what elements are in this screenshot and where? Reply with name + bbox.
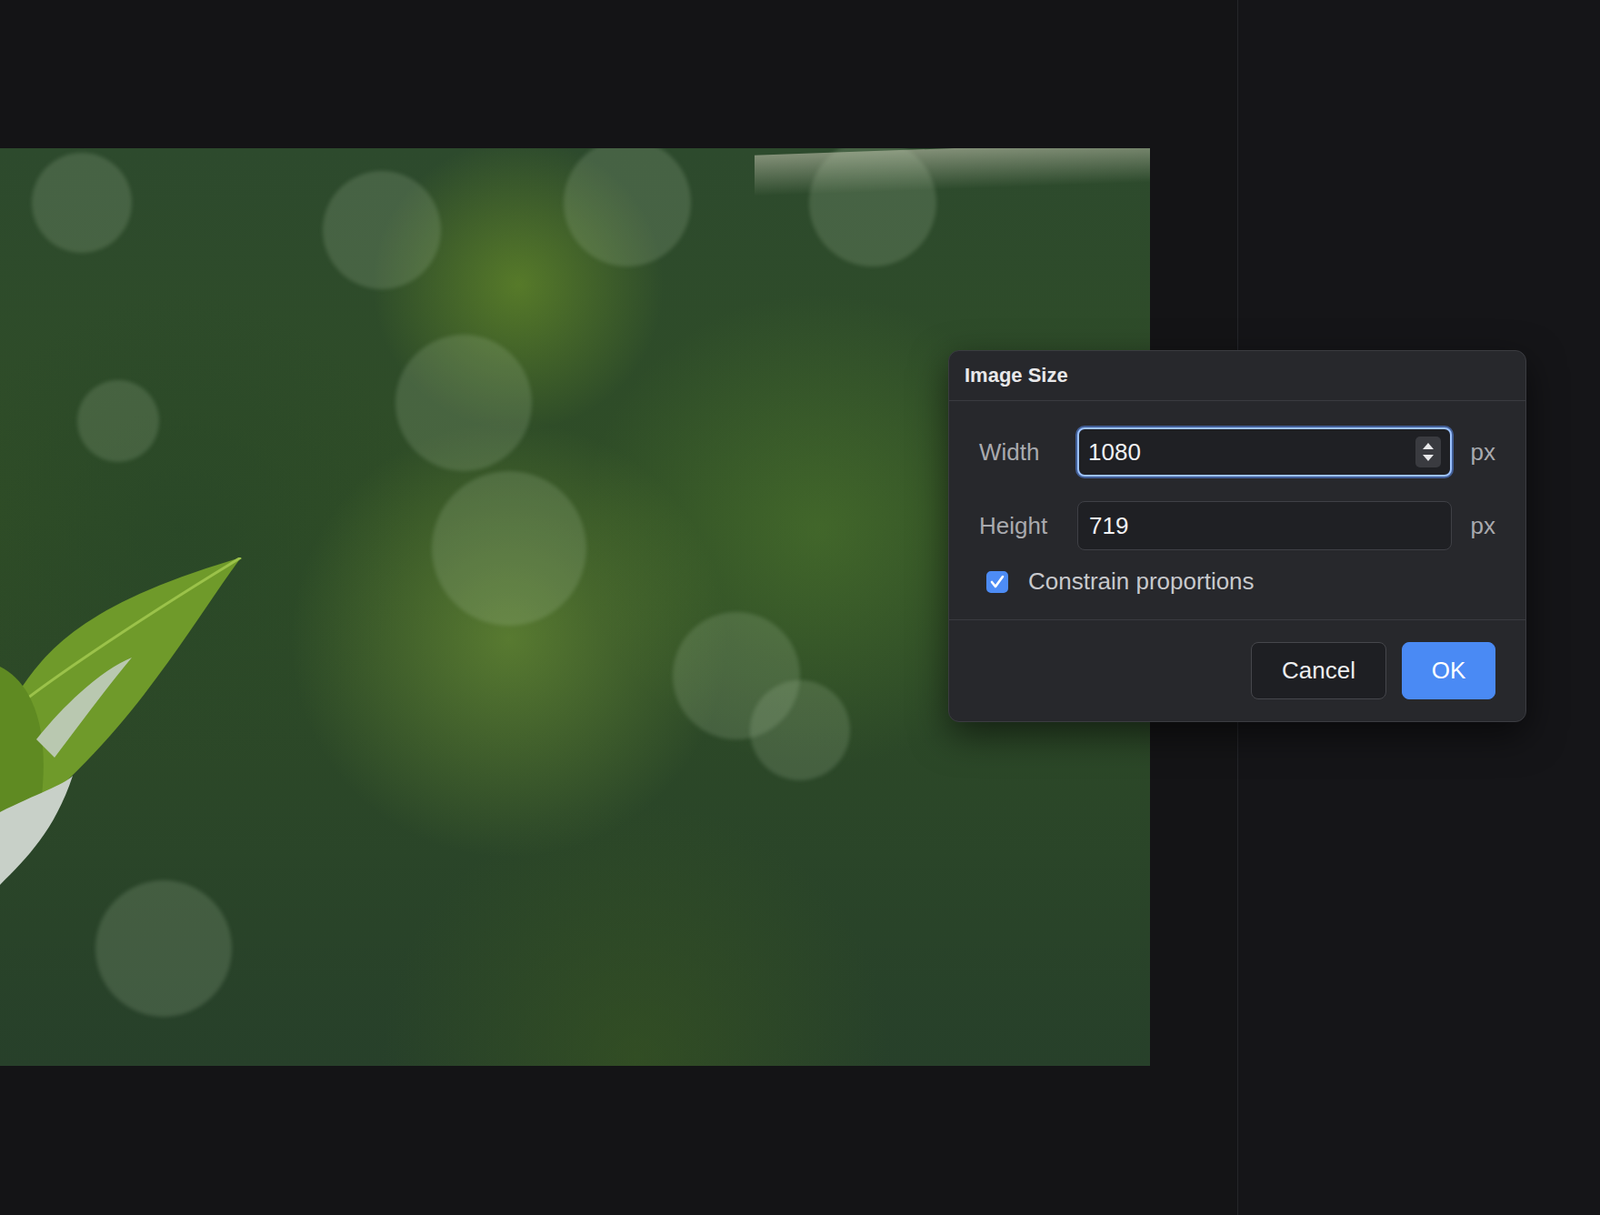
spinner[interactable] [1415,436,1441,468]
bokeh [750,680,850,780]
field-row: Width 1080 px [979,427,1496,477]
bokeh [809,148,937,267]
unit-label: px [1468,438,1496,467]
unit-label: px [1468,511,1496,540]
field-value[interactable]: 719 [1089,511,1440,540]
number-field[interactable]: 719 [1077,500,1452,550]
leaf-icon [0,557,273,940]
dialog-body: Width 1080 px Height 719 px Constrain proporti… [949,400,1526,620]
bokeh [77,380,160,462]
bokeh [563,148,691,267]
constrain-label[interactable]: Constrain proportions [1028,567,1255,596]
field-row: Height 719 px [979,500,1496,550]
bokeh [31,152,132,253]
stepper-arrows-icon[interactable] [1421,440,1435,463]
number-field[interactable]: 1080 [1077,427,1452,477]
constrain-checkbox[interactable] [986,570,1009,593]
field-label: Height [979,511,1061,540]
constrain-row[interactable]: Constrain proportions [979,567,1496,596]
bokeh [322,170,441,290]
bokeh [95,880,232,1017]
checkmark-icon[interactable] [990,574,1005,590]
button-label[interactable]: Cancel [1281,656,1356,685]
bokeh [431,470,587,626]
cancel-button[interactable]: Cancel [1250,641,1387,700]
dialog-footer: Cancel OK [949,619,1526,721]
bokeh [395,334,532,471]
dialog-title: Image Size [949,350,1526,401]
button-label[interactable]: OK [1431,656,1467,685]
field-value[interactable]: 1080 [1088,438,1416,467]
ok-button[interactable]: OK [1401,641,1496,700]
image-size-dialog: Image Size Width 1080 px Height 719 px Constrai… [948,350,1527,722]
field-label: Width [979,438,1061,467]
